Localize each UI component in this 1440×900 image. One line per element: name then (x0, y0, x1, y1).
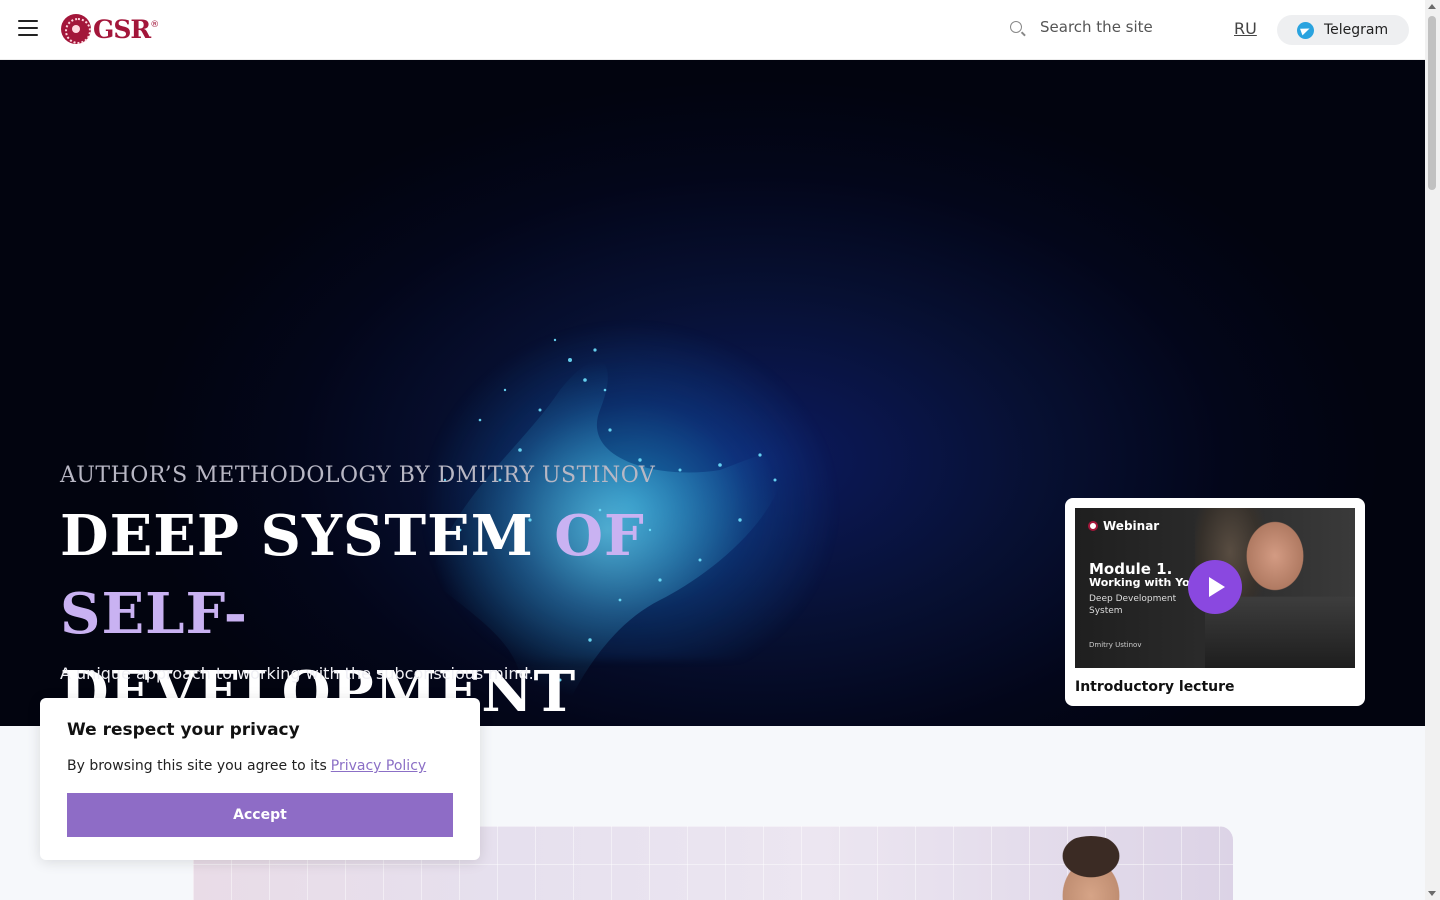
webinar-card[interactable]: Webinar Module 1. Working with Yourself … (1065, 498, 1365, 706)
webinar-logo-icon (1088, 521, 1098, 531)
scroll-thumb[interactable] (1428, 16, 1436, 190)
webinar-caption: Introductory lecture (1075, 679, 1235, 695)
webinar-thumbnail[interactable]: Webinar Module 1. Working with Yourself … (1075, 508, 1355, 668)
webinar-author: Dmitry Ustinov (1089, 641, 1142, 649)
privacy-policy-link[interactable]: Privacy Policy (331, 758, 426, 774)
hero-title: DEEP SYSTEM OF SELF- DEVELOPMENT (60, 497, 780, 726)
language-switch-ru[interactable]: RU (1234, 19, 1257, 38)
hamburger-menu-icon[interactable] (18, 20, 38, 38)
site-logo[interactable]: GSR ® (61, 14, 159, 44)
logo-text: GSR (93, 14, 151, 44)
telegram-button[interactable]: Telegram (1277, 15, 1409, 45)
site-search (1010, 18, 1200, 36)
scroll-down-icon[interactable] (1428, 891, 1436, 896)
search-icon[interactable] (1010, 21, 1022, 33)
hero-title-part1: DEEP SYSTEM (60, 503, 555, 569)
webinar-badge-label: Webinar (1103, 519, 1160, 533)
play-icon[interactable] (1188, 560, 1242, 614)
webinar-system-label: Deep Development System (1089, 594, 1177, 616)
privacy-title: We respect your privacy (67, 720, 300, 740)
hero-section: AUTHOR’S METHODOLOGY BY DMITRY USTINOV D… (0, 60, 1425, 726)
hero-eyebrow: AUTHOR’S METHODOLOGY BY DMITRY USTINOV (60, 463, 656, 488)
privacy-text-body: By browsing this site you agree to its (67, 758, 327, 774)
page-scrollbar[interactable] (1425, 0, 1440, 900)
search-input[interactable] (1040, 18, 1200, 36)
hero-subtitle: A unique approach to working with the su… (60, 664, 534, 683)
webinar-badge: Webinar (1088, 519, 1159, 533)
telegram-label: Telegram (1324, 22, 1389, 38)
site-header: GSR ® RU Telegram (0, 0, 1425, 60)
telegram-icon (1297, 21, 1314, 39)
privacy-banner: We respect your privacy By browsing this… (40, 698, 480, 860)
logo-seal-icon (61, 14, 91, 44)
logo-registered-mark: ® (150, 20, 160, 30)
privacy-text: By browsing this site you agree to its Pr… (67, 758, 453, 774)
accept-button[interactable]: Accept (67, 793, 453, 837)
scroll-up-icon[interactable] (1428, 4, 1436, 9)
